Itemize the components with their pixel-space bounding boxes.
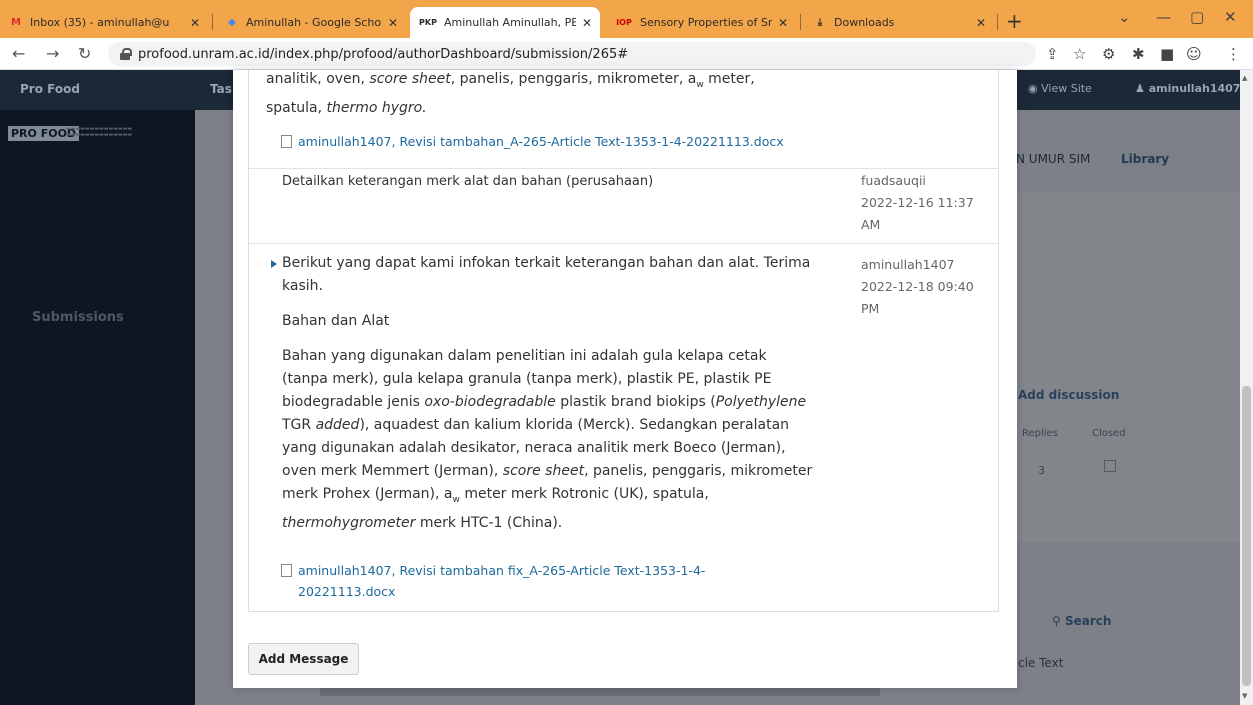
view-site-link[interactable]: ◉ View Site xyxy=(1028,82,1092,95)
tab-search-icon[interactable]: ⌄ xyxy=(1118,8,1131,26)
site-name[interactable]: Pro Food xyxy=(20,82,80,96)
add-discussion-link[interactable]: Add discussion xyxy=(1018,388,1119,402)
attached-file-link[interactable]: aminullah1407, Revisi tambahan fix_A-265… xyxy=(281,560,705,602)
download-icon: ⤓ xyxy=(817,17,823,28)
tab-pkp[interactable]: PKP Aminullah Aminullah, PEN ✕ xyxy=(410,7,600,38)
file-icon xyxy=(281,564,292,577)
bg-submission-title: N UMUR SIM xyxy=(1016,152,1091,166)
bg-discussion-panel xyxy=(1000,192,1240,542)
tab-google-scholar[interactable]: ◆ Aminullah - Google Schol ✕ xyxy=(216,7,406,38)
message-date: 2022-12-16 11:37 xyxy=(861,195,974,210)
new-tab-button[interactable]: + xyxy=(1006,9,1023,33)
message-author: aminullah1407 xyxy=(861,257,955,272)
restore-button[interactable]: ▢ xyxy=(1190,8,1204,26)
scrollbar-thumb[interactable] xyxy=(1242,386,1251,686)
profile-avatar-icon[interactable]: ☺ xyxy=(1186,45,1202,63)
extension-icon[interactable]: ⚙ xyxy=(1102,45,1115,63)
extensions-puzzle-icon[interactable]: ✱ xyxy=(1132,45,1145,63)
tab-iop[interactable]: IOP Sensory Properties of Sna ✕ xyxy=(606,7,796,38)
message-text: Berikut yang dapat kami infokan terkait … xyxy=(282,255,813,531)
message-time-suffix: PM xyxy=(861,301,880,316)
close-icon[interactable]: ✕ xyxy=(388,16,398,30)
message-meta: aminullah1407 2022-12-18 09:40 PM xyxy=(861,254,974,320)
iop-icon: IOP xyxy=(616,18,632,27)
search-button[interactable]: ⚲ Search xyxy=(1052,614,1111,628)
page-scrollbar[interactable]: ▲ ▼ xyxy=(1240,70,1253,705)
scroll-down-arrow-icon[interactable]: ▼ xyxy=(1242,692,1247,700)
expand-caret-icon[interactable] xyxy=(271,260,277,268)
bookmark-star-icon[interactable]: ☆ xyxy=(1073,45,1086,63)
message-text: analitik, oven, score sheet, panelis, pe… xyxy=(266,71,755,116)
reload-icon[interactable]: ↻ xyxy=(78,44,91,63)
address-bar: ← → ↻ profood.unram.ac.id/index.php/prof… xyxy=(0,38,1253,70)
library-button[interactable]: Library xyxy=(1111,143,1173,177)
logo-subtitle-graphic: ▬▬▬▬▬▬▬▬▬▬▬▬▬▬ ▬▬▬▬▬▬▬▬▬▬▬▬▬▬ xyxy=(66,126,133,138)
add-message-button[interactable]: Add Message xyxy=(248,643,359,675)
menu-icon[interactable]: ⋮ xyxy=(1226,45,1241,63)
sidebar: PRO FOOD ▬▬▬▬▬▬▬▬▬▬▬▬▬▬ ▬▬▬▬▬▬▬▬▬▬▬▬▬▬ Su… xyxy=(0,110,195,705)
tab-downloads[interactable]: ⤓ Downloads ✕ xyxy=(804,7,994,38)
lock-icon xyxy=(120,48,132,60)
bg-closed-header: Closed xyxy=(1092,428,1126,439)
file-icon xyxy=(281,135,292,148)
bg-replies-count: 3 xyxy=(1038,464,1045,477)
share-icon[interactable]: ⇪ xyxy=(1046,45,1059,63)
scholar-icon: ◆ xyxy=(228,17,236,28)
side-panel-icon[interactable]: ■ xyxy=(1160,45,1174,63)
bg-replies-header: Replies xyxy=(1022,428,1058,439)
back-icon[interactable]: ← xyxy=(12,44,25,63)
bg-article-text: cle Text xyxy=(1018,656,1064,670)
close-window-button[interactable]: ✕ xyxy=(1224,8,1237,26)
close-icon[interactable]: ✕ xyxy=(976,16,986,30)
forward-icon[interactable]: → xyxy=(46,44,59,63)
close-icon[interactable]: ✕ xyxy=(778,16,788,30)
tasks-link[interactable]: Tas xyxy=(210,82,232,96)
message-text: Detailkan keterangan merk alat dan bahan… xyxy=(282,174,654,189)
close-icon[interactable]: ✕ xyxy=(582,16,592,30)
user-menu[interactable]: ♟ aminullah1407 xyxy=(1135,82,1240,95)
message-meta: fuadsauqii 2022-12-16 11:37 AM xyxy=(861,170,974,236)
pkp-icon: PKP xyxy=(419,18,437,27)
discussion-modal: analitik, oven, score sheet, panelis, pe… xyxy=(233,70,1017,688)
message-author: fuadsauqii xyxy=(861,173,926,188)
attached-file-link[interactable]: aminullah1407, Revisi tambahan_A-265-Art… xyxy=(281,131,784,152)
minimize-button[interactable]: — xyxy=(1156,8,1171,26)
close-icon[interactable]: ✕ xyxy=(190,16,200,30)
scroll-up-arrow-icon[interactable]: ▲ xyxy=(1242,74,1247,82)
message-time-suffix: AM xyxy=(861,217,881,232)
url-field[interactable]: profood.unram.ac.id/index.php/profood/au… xyxy=(108,42,1036,66)
bg-closed-checkbox[interactable] xyxy=(1104,460,1116,472)
browser-tab-strip: M Inbox (35) - aminullah@u ✕ ◆ Aminullah… xyxy=(0,0,1253,38)
sidebar-item-submissions[interactable]: Submissions xyxy=(32,310,124,325)
message-date: 2022-12-18 09:40 xyxy=(861,279,974,294)
gmail-icon: M xyxy=(11,17,21,28)
tab-gmail[interactable]: M Inbox (35) - aminullah@u ✕ xyxy=(0,7,208,38)
discussion-messages-table: analitik, oven, score sheet, panelis, pe… xyxy=(248,70,999,612)
